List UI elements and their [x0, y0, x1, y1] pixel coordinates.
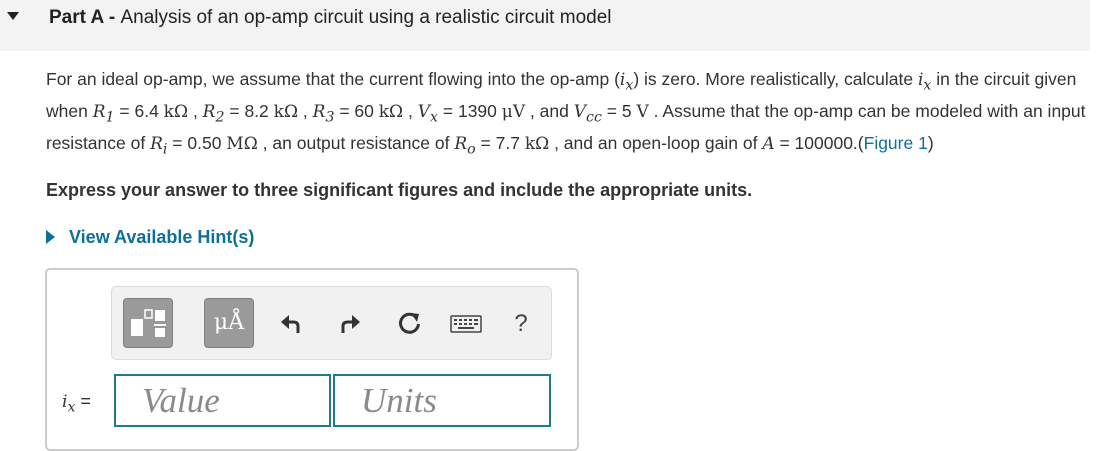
r2-symbol: R2: [202, 101, 225, 126]
vx-unit: μV: [501, 101, 526, 122]
vcc-symbol: Vcc: [573, 101, 602, 126]
gain-value: = 100000.: [774, 132, 858, 153]
ro-subscript: o: [467, 141, 476, 158]
figure-link[interactable]: Figure 1: [864, 133, 928, 153]
comma: ,: [403, 100, 418, 121]
ix-symbol: ix: [620, 70, 633, 93]
units-icon: μÅ: [213, 310, 245, 335]
ri-unit: MΩ: [226, 133, 258, 154]
r3-symbol: R3: [312, 101, 335, 125]
undo-button[interactable]: [278, 311, 304, 337]
ix-symbol: ix: [918, 70, 931, 93]
ro-symbol: Ro: [454, 133, 476, 158]
part-label: Part A: [49, 7, 104, 28]
comma: ,: [298, 100, 313, 121]
r3-value: = 60: [334, 100, 379, 121]
r2-value: = 8.2: [224, 100, 274, 121]
vcc-subscript: cc: [586, 109, 602, 126]
r-letter: R: [202, 101, 216, 122]
r-letter: R: [92, 101, 106, 122]
part-separator: -: [103, 7, 121, 28]
ri-symbol: Ri: [150, 133, 167, 157]
collapse-arrow-icon[interactable]: [7, 12, 19, 20]
reset-button[interactable]: [397, 311, 423, 337]
ix-symbol: ix: [62, 392, 75, 415]
v-letter: V: [417, 101, 431, 122]
r1-subscript: 1: [105, 109, 115, 126]
math-toolbar: μÅ ?: [111, 286, 552, 360]
units-input[interactable]: [333, 374, 551, 427]
question-segment: , an output resistance of: [257, 132, 455, 153]
r-letter: R: [454, 133, 468, 154]
templates-icon: [131, 309, 166, 337]
question-text: For an ideal op-amp, we assume that the …: [46, 67, 1091, 163]
part-title-text: Analysis of an op-amp circuit using a re…: [120, 7, 612, 28]
r3-unit: kΩ: [378, 101, 404, 122]
value-input[interactable]: [114, 374, 331, 427]
question-paragraph: For an ideal op-amp, we assume that the …: [46, 67, 1091, 163]
ro-unit: kΩ: [524, 133, 550, 154]
r1-symbol: R1: [92, 101, 115, 126]
hint-link-label: View Available Hint(s): [69, 227, 255, 247]
question-segment: For an ideal op-amp, we assume that the …: [46, 69, 620, 89]
expand-arrow-icon: [46, 230, 55, 244]
comma: ,: [188, 100, 203, 121]
ro-value: = 7.7: [475, 132, 525, 153]
help-icon: ?: [514, 310, 528, 337]
help-button[interactable]: ?: [508, 310, 534, 337]
and-text: , and: [525, 100, 574, 121]
vx-value: = 1390: [438, 100, 502, 121]
r-letter: R: [312, 101, 326, 122]
paren: ): [927, 132, 934, 153]
undo-icon: [281, 315, 300, 333]
reset-icon: [399, 312, 420, 334]
vcc-unit: V: [636, 101, 649, 122]
templates-button[interactable]: [123, 298, 173, 348]
answer-box: μÅ ? ix = Value Units: [45, 268, 579, 451]
r2-unit: kΩ: [273, 101, 299, 122]
part-title: Part A - Analysis of an op-amp circuit u…: [49, 7, 611, 29]
r1-value: = 6.4: [114, 100, 164, 121]
keyboard-button[interactable]: [450, 311, 482, 337]
units-button[interactable]: μÅ: [204, 298, 254, 348]
vcc-value: = 5: [601, 100, 637, 121]
question-segment: ) is zero. More realistically, calculate: [633, 69, 918, 89]
r-letter: R: [150, 133, 163, 154]
ri-value: = 0.50: [167, 132, 227, 153]
equals-sign: =: [75, 391, 91, 411]
r1-unit: kΩ: [163, 101, 189, 122]
part-header: Part A - Analysis of an op-amp circuit u…: [0, 0, 1090, 51]
question-segment: , and an open-loop gain of: [549, 132, 763, 153]
redo-icon: [341, 315, 360, 333]
gain-symbol: A: [762, 133, 775, 154]
r2-subscript: 2: [215, 109, 225, 126]
keyboard-icon: [450, 315, 482, 333]
answer-variable-label: ix =: [62, 391, 91, 415]
redo-button[interactable]: [337, 311, 363, 337]
answer-instruction: Express your answer to three significant…: [46, 180, 753, 200]
v-letter: V: [573, 101, 587, 122]
vx-symbol: Vx: [417, 101, 439, 126]
vx-subscript: x: [430, 109, 439, 126]
view-hints-link[interactable]: View Available Hint(s): [46, 227, 254, 248]
